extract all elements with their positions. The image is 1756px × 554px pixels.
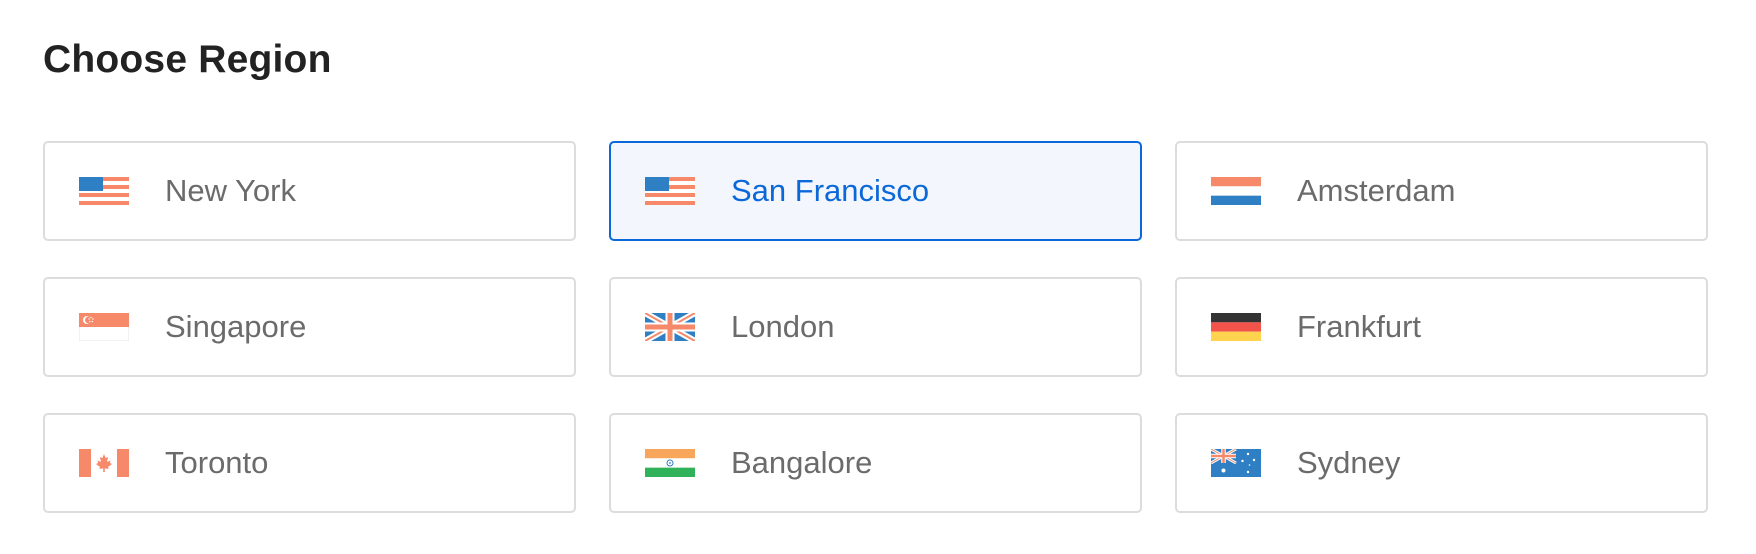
- region-option-london[interactable]: London: [609, 277, 1142, 377]
- region-option-new-york[interactable]: New York: [43, 141, 576, 241]
- region-label: New York: [165, 173, 296, 208]
- singapore-flag-icon: [79, 313, 129, 341]
- netherlands-flag-icon: [1211, 177, 1261, 205]
- uk-flag-icon: [645, 313, 695, 341]
- region-option-sydney[interactable]: Sydney: [1175, 413, 1708, 513]
- usa-flag-icon: [645, 177, 695, 205]
- region-option-frankfurt[interactable]: Frankfurt: [1175, 277, 1708, 377]
- region-label: Singapore: [165, 309, 307, 344]
- page-title: Choose Region: [43, 38, 332, 81]
- region-option-singapore[interactable]: Singapore: [43, 277, 576, 377]
- choose-region-panel: Choose Region New York San Francisco Ams…: [0, 0, 1756, 554]
- region-label: Frankfurt: [1297, 309, 1422, 344]
- usa-flag-icon: [79, 177, 129, 205]
- region-label: Amsterdam: [1297, 173, 1456, 208]
- region-option-san-francisco[interactable]: San Francisco: [609, 141, 1142, 241]
- region-option-amsterdam[interactable]: Amsterdam: [1175, 141, 1708, 241]
- australia-flag-icon: [1211, 449, 1261, 477]
- region-label: Sydney: [1297, 445, 1401, 480]
- india-flag-icon: [645, 449, 695, 477]
- region-option-toronto[interactable]: Toronto: [43, 413, 576, 513]
- region-label: San Francisco: [731, 173, 930, 208]
- germany-flag-icon: [1211, 313, 1261, 341]
- region-label: Bangalore: [731, 445, 873, 480]
- region-option-bangalore[interactable]: Bangalore: [609, 413, 1142, 513]
- canada-flag-icon: [79, 449, 129, 477]
- region-label: London: [731, 309, 835, 344]
- region-label: Toronto: [165, 445, 269, 480]
- region-grid: New York San Francisco Amsterdam Singapo…: [43, 141, 1708, 513]
